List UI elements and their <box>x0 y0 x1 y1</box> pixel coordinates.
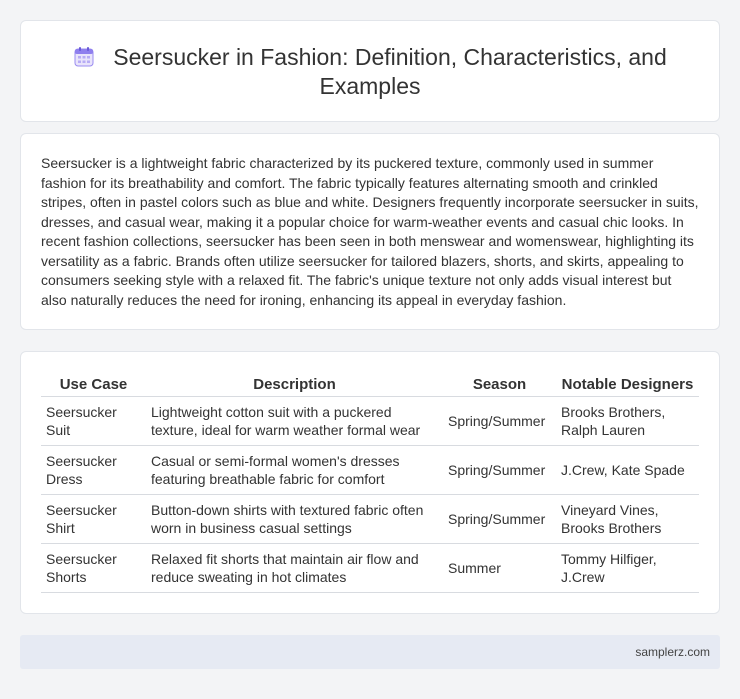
cell-designers: Brooks Brothers, Ralph Lauren <box>556 396 699 446</box>
intro-paragraph: Seersucker is a lightweight fabric chara… <box>41 155 699 308</box>
cell-season: Spring/Summer <box>443 494 556 544</box>
cell-description: Lightweight cotton suit with a puckered … <box>146 396 443 446</box>
calendar-icon <box>74 47 94 67</box>
page-title-text: Seersucker in Fashion: Definition, Chara… <box>113 44 667 99</box>
title-wrap: Seersucker in Fashion: Definition, Chara… <box>21 43 719 101</box>
footer-site-link[interactable]: samplerz.com <box>635 645 710 659</box>
footer-bar: samplerz.com <box>20 635 720 669</box>
column-header: Notable Designers <box>556 372 699 397</box>
cell-season: Summer <box>443 543 556 593</box>
cell-season: Spring/Summer <box>443 445 556 495</box>
table-header-row: Use Case Description Season Notable Desi… <box>41 372 699 397</box>
cell-designers: Vineyard Vines, Brooks Brothers <box>556 494 699 544</box>
cell-description: Relaxed fit shorts that maintain air flo… <box>146 543 443 593</box>
intro-card: Seersucker is a lightweight fabric chara… <box>20 133 720 330</box>
column-header: Description <box>146 372 443 397</box>
cell-use-case: Seersucker Suit <box>41 396 146 446</box>
table-row: Seersucker Shorts Relaxed fit shorts tha… <box>41 543 699 593</box>
cell-use-case: Seersucker Dress <box>41 445 146 495</box>
use-case-table: Use Case Description Season Notable Desi… <box>41 372 699 593</box>
cell-description: Button-down shirts with textured fabric … <box>146 494 443 544</box>
page-title: Seersucker in Fashion: Definition, Chara… <box>21 43 719 101</box>
cell-description: Casual or semi-formal women's dresses fe… <box>146 445 443 495</box>
cell-season: Spring/Summer <box>443 396 556 446</box>
cell-designers: J.Crew, Kate Spade <box>556 445 699 495</box>
table-row: Seersucker Dress Casual or semi-formal w… <box>41 445 699 495</box>
title-card: Seersucker in Fashion: Definition, Chara… <box>20 20 720 122</box>
cell-designers: Tommy Hilfiger, J.Crew <box>556 543 699 593</box>
column-header: Season <box>443 372 556 397</box>
cell-use-case: Seersucker Shirt <box>41 494 146 544</box>
cell-use-case: Seersucker Shorts <box>41 543 146 593</box>
table-card: Use Case Description Season Notable Desi… <box>20 351 720 614</box>
table-row: Seersucker Suit Lightweight cotton suit … <box>41 396 699 446</box>
column-header: Use Case <box>41 372 146 397</box>
table-row: Seersucker Shirt Button-down shirts with… <box>41 494 699 544</box>
